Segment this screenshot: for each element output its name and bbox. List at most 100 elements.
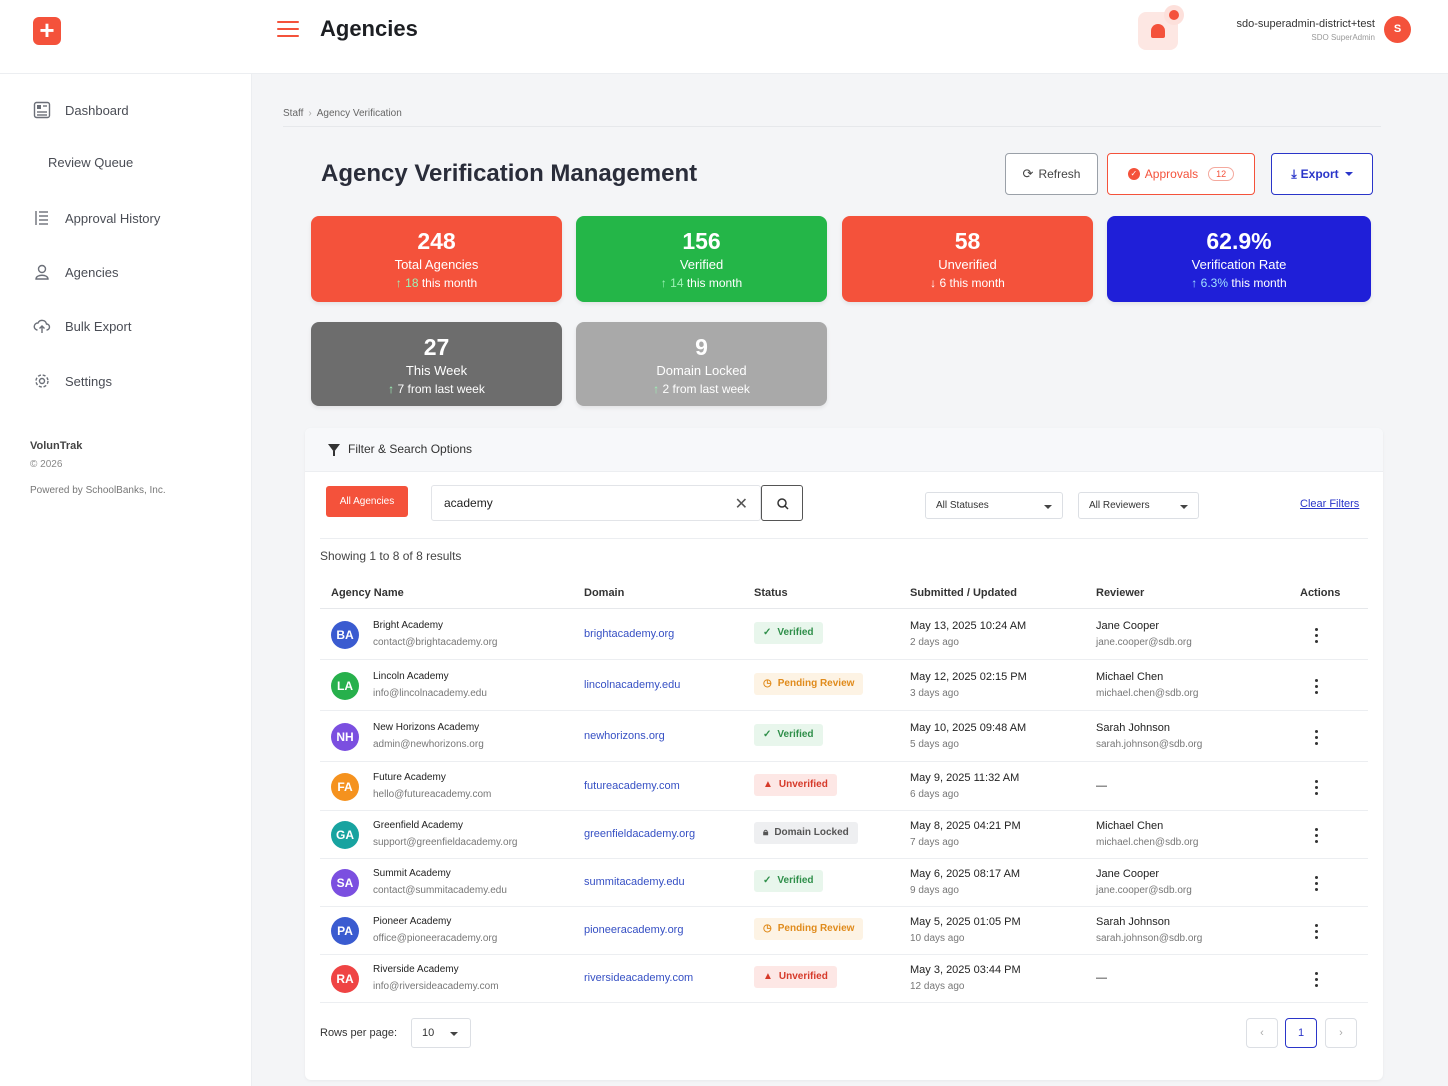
stat-card-verification-rate[interactable]: 62.9% Verification Rate ↑ 6.3% this mont…: [1107, 216, 1371, 302]
agency-domain-link[interactable]: brightacademy.org: [584, 628, 674, 640]
filter-icon: [328, 444, 340, 456]
status-verified-icon: ✓: [763, 626, 772, 638]
status-label: Verified: [777, 626, 814, 638]
sidebar-item-agencies[interactable]: Agencies: [33, 262, 118, 282]
search-input[interactable]: academy ✕: [431, 485, 761, 521]
reviewer-name: Jane Cooper: [1096, 619, 1159, 632]
status-label: Pending Review: [777, 677, 855, 689]
col-status[interactable]: Status: [754, 587, 788, 599]
approvals-button[interactable]: ✓ Approvals 12: [1107, 153, 1255, 195]
clear-filters-link[interactable]: Clear Filters: [1300, 498, 1359, 510]
dashboard-icon: [33, 101, 51, 119]
breadcrumb-staff[interactable]: Staff: [283, 108, 303, 119]
row-actions-menu-icon[interactable]: [1315, 828, 1318, 846]
row-actions-menu-icon[interactable]: [1315, 972, 1318, 990]
row-actions-menu-icon[interactable]: [1315, 678, 1318, 697]
row-actions-menu-icon[interactable]: [1315, 729, 1318, 748]
refresh-label: Refresh: [1038, 167, 1081, 181]
submitted-ago: 9 days ago: [910, 885, 959, 896]
sidebar-item-label: Settings: [65, 373, 112, 389]
agency-domain-link[interactable]: riversideacademy.com: [584, 972, 693, 984]
agency-domain-link[interactable]: pioneeracademy.org: [584, 924, 683, 936]
submitted-date: May 9, 2025 11:32 AM: [910, 771, 1020, 784]
stat-card-domain-locked[interactable]: 9 Domain Locked ↑ 2 from last week: [576, 322, 827, 406]
agency-domain-link[interactable]: newhorizons.org: [584, 730, 665, 742]
agency-domain-link[interactable]: lincolnacademy.edu: [584, 679, 680, 691]
stat-card-this-week[interactable]: 27 This Week ↑ 7 from last week: [311, 322, 562, 406]
table-row[interactable]: FA Future Academy hello@futureacademy.com f…: [320, 762, 1368, 811]
submitted-date: May 6, 2025 08:17 AM: [910, 868, 1021, 880]
search-button[interactable]: [761, 485, 803, 521]
agency-email: info@lincolnacademy.edu: [373, 687, 487, 699]
reviewer-email: michael.chen@sdb.org: [1096, 687, 1199, 699]
row-actions-menu-icon[interactable]: [1315, 779, 1318, 798]
app-logo[interactable]: +: [33, 17, 61, 45]
table-row[interactable]: LA Lincoln Academy info@lincolnacademy.edu…: [320, 660, 1368, 711]
reviewer-name: Sarah Johnson: [1096, 721, 1170, 734]
next-page-button[interactable]: ›: [1325, 1018, 1357, 1048]
sidebar-item-dashboard[interactable]: Dashboard: [33, 100, 129, 120]
agency-name[interactable]: Riverside Academy: [373, 964, 459, 975]
submitted-date: May 5, 2025 01:05 PM: [910, 916, 1021, 928]
row-actions-menu-icon[interactable]: [1315, 876, 1318, 894]
agency-name[interactable]: Bright Academy: [373, 620, 443, 631]
agency-domain-link[interactable]: summitacademy.edu: [584, 876, 685, 888]
copyright: © 2026: [30, 459, 63, 470]
submitted-date: May 10, 2025 09:48 AM: [910, 721, 1027, 734]
agency-name[interactable]: Greenfield Academy: [373, 820, 463, 831]
page-1-button[interactable]: 1: [1285, 1018, 1317, 1048]
col-agency-name[interactable]: Agency Name: [331, 587, 404, 599]
sidebar-item-bulk-export[interactable]: Bulk Export: [33, 316, 131, 336]
refresh-button[interactable]: ⟳ Refresh: [1005, 153, 1098, 195]
user-name[interactable]: sdo-superadmin-district+test: [1237, 18, 1375, 30]
agency-email: contact@brightacademy.org: [373, 636, 498, 648]
agency-name[interactable]: Lincoln Academy: [373, 671, 449, 682]
reviewer-select[interactable]: All Reviewers: [1078, 492, 1199, 519]
sidebar-item-approval-history[interactable]: Approval History: [33, 208, 160, 228]
agency-domain-link[interactable]: greenfieldacademy.org: [584, 828, 695, 840]
status-locked-icon: 🔒︎: [763, 827, 769, 838]
table-row[interactable]: GA Greenfield Academy support@greenfieldac…: [320, 811, 1368, 859]
agency-avatar: GA: [331, 821, 359, 849]
col-reviewer[interactable]: Reviewer: [1096, 587, 1144, 599]
agency-name[interactable]: New Horizons Academy: [373, 722, 479, 733]
export-button[interactable]: ⤓ Export: [1271, 153, 1373, 195]
stat-card-total[interactable]: 248 Total Agencies ↑ 18 this month: [311, 216, 562, 302]
all-agencies-chip[interactable]: All Agencies: [326, 486, 408, 517]
stat-change: ↑ 6.3% this month: [1107, 276, 1371, 290]
agency-email: contact@summitacademy.edu: [373, 885, 507, 896]
avatar[interactable]: S: [1384, 16, 1411, 43]
row-actions-menu-icon[interactable]: [1315, 627, 1318, 646]
table-row[interactable]: NH New Horizons Academy admin@newhorizons.…: [320, 711, 1368, 762]
notification-bell-icon[interactable]: [1138, 5, 1184, 50]
prev-page-button[interactable]: ‹: [1246, 1018, 1278, 1048]
table-row[interactable]: RA Riverside Academy info@riversideacademy…: [320, 955, 1368, 1003]
stat-card-unverified[interactable]: 58 Unverified ↓ 6 this month: [842, 216, 1093, 302]
user-role: SDO SuperAdmin: [1311, 33, 1375, 42]
sidebar-item-settings[interactable]: Settings: [33, 371, 112, 391]
row-actions-menu-icon[interactable]: [1315, 924, 1318, 942]
chevron-down-icon: [1180, 505, 1188, 509]
submitted-ago: 2 days ago: [910, 636, 959, 648]
menu-icon[interactable]: [277, 21, 299, 39]
agency-name[interactable]: Summit Academy: [373, 868, 451, 879]
stat-card-verified[interactable]: 156 Verified ↑ 14 this month: [576, 216, 827, 302]
agency-name[interactable]: Future Academy: [373, 772, 446, 783]
table-row[interactable]: SA Summit Academy contact@summitacademy.ed…: [320, 859, 1368, 907]
filter-header[interactable]: Filter & Search Options: [305, 428, 1383, 472]
stat-value: 248: [417, 228, 456, 254]
col-submitted[interactable]: Submitted / Updated: [910, 587, 1017, 599]
clear-search-icon[interactable]: ✕: [735, 494, 748, 514]
status-unverified-icon: ▲: [763, 778, 773, 790]
table-row[interactable]: PA Pioneer Academy office@pioneeracademy.o…: [320, 907, 1368, 955]
stat-change: ↑ 14 this month: [576, 276, 827, 290]
status-select[interactable]: All Statuses: [925, 492, 1063, 519]
table-row[interactable]: BA Bright Academy contact@brightacademy.or…: [320, 609, 1368, 660]
agency-name[interactable]: Pioneer Academy: [373, 916, 451, 927]
status-badge: ✓ Verified: [754, 870, 823, 892]
agency-domain-link[interactable]: futureacademy.com: [584, 780, 680, 792]
sidebar-item-review-queue[interactable]: Review Queue: [48, 155, 133, 170]
col-domain[interactable]: Domain: [584, 587, 624, 599]
status-badge: ▲ Unverified: [754, 966, 837, 988]
rows-per-page-select[interactable]: 10: [411, 1018, 471, 1048]
